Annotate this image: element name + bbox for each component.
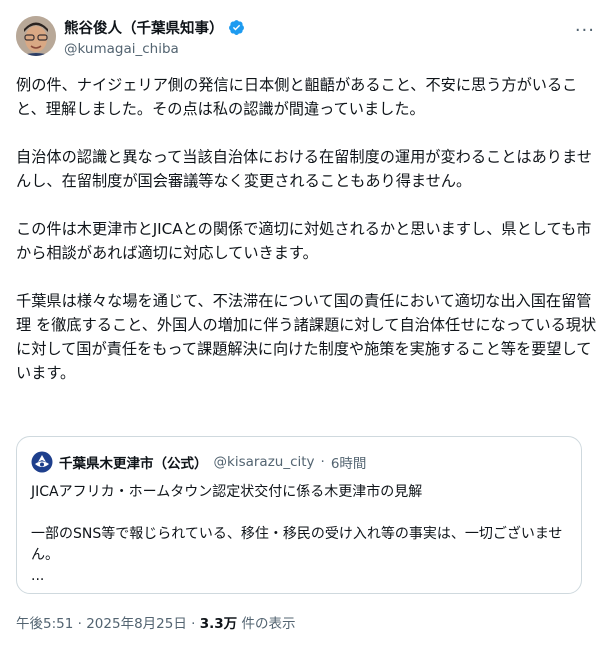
quoted-tweet-header: 千葉県木更津市（公式） @kisarazu_city · 6時間 [31, 451, 366, 473]
quoted-ellipsis: ... [31, 568, 45, 584]
verified-badge-icon [228, 20, 244, 35]
tweet-paragraph: 例の件、ナイジェリア側の発信に日本側と齟齬があること、不安に思う方がいること、理… [16, 76, 578, 118]
more-horizontal-icon[interactable]: ··· [575, 20, 595, 41]
meta-separator: · [191, 616, 196, 632]
view-count: 3.3万 [199, 616, 238, 632]
tweet-header: 熊谷俊人（千葉県知事） @kumagai_chiba ··· [16, 14, 597, 62]
post-date[interactable]: 2025年8月25日 [86, 616, 187, 632]
quoted-line: 一部のSNS等で報じられている、移住・移民の受け入れ等の事実は、一切ございません… [31, 526, 563, 563]
author-block: 熊谷俊人（千葉県知事） @kumagai_chiba [64, 17, 245, 57]
display-name[interactable]: 熊谷俊人（千葉県知事） [64, 17, 224, 38]
meta-separator: · [320, 454, 325, 470]
quoted-line: JICAアフリカ・ホームタウン認定状交付に係る木更津市の見解 [31, 484, 423, 500]
tweet-text: 例の件、ナイジェリア側の発信に日本側と齟齬があること、不安に思う方がいること、理… [16, 73, 597, 409]
tweet-paragraph: この件は木更津市とJICAとの関係で適切に対処されるかと思いますし、県としても市… [16, 220, 592, 262]
post-time[interactable]: 午後5:51 [16, 616, 73, 632]
tweet-paragraph: 自治体の認識と異なって当該自治体における在留制度の運用が変わることはありませんし… [16, 148, 592, 190]
meta-separator: · [77, 616, 82, 632]
quoted-tweet-card[interactable]: 千葉県木更津市（公式） @kisarazu_city · 6時間 JICAアフリ… [16, 436, 582, 594]
quoted-handle[interactable]: @kisarazu_city [214, 454, 315, 470]
avatar-image [16, 16, 56, 56]
view-count-label: 件の表示 [241, 616, 296, 632]
author-handle[interactable]: @kumagai_chiba [64, 41, 245, 57]
kisarazu-city-logo-icon [31, 451, 53, 473]
quoted-tweet-text: JICAアフリカ・ホームタウン認定状交付に係る木更津市の見解 一部のSNS等で報… [31, 482, 567, 587]
quoted-timestamp[interactable]: 6時間 [331, 452, 367, 472]
avatar[interactable] [16, 16, 56, 56]
quoted-display-name[interactable]: 千葉県木更津市（公式） [59, 452, 208, 472]
tweet-paragraph: 千葉県は様々な場を通じて、不法滞在について国の責任において適切な出入国在留管理 … [16, 292, 597, 382]
tweet-meta-footer: 午後5:51 · 2025年8月25日 · 3.3万 件の表示 [16, 612, 295, 632]
